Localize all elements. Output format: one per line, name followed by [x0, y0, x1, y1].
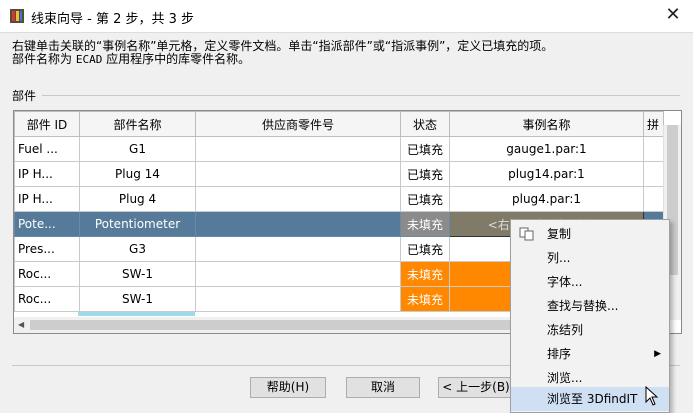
menu-item-label: 列... [547, 251, 571, 265]
menu-item-label: 查找与替换... [547, 299, 619, 313]
cell-part-name[interactable]: G1 [79, 136, 196, 162]
parts-group-label: 部件 [12, 89, 37, 103]
menu-item-label: 浏览至 3DfindIT [547, 392, 638, 406]
cell-extra[interactable] [643, 186, 664, 212]
menu-item-columns[interactable]: 列... [511, 246, 669, 270]
header-row: 部件 ID 部件名称 供应商零件号 状态 事例名称 拼 [14, 111, 664, 137]
col-header-instance-name[interactable]: 事例名称 [449, 111, 644, 137]
cell-status[interactable]: 已填充 [400, 136, 450, 162]
cell-instance-name[interactable]: gauge1.par:1 [449, 136, 644, 162]
cancel-button[interactable]: 取消 [346, 377, 420, 398]
submenu-arrow-icon: ▶ [654, 349, 661, 359]
scroll-left-arrow-icon[interactable]: ◀ [18, 320, 24, 329]
cell-vendor-part[interactable] [195, 236, 401, 262]
cell-vendor-part[interactable] [195, 211, 401, 237]
cell-part-name[interactable]: G3 [79, 236, 196, 262]
instructions: 右键单击关联的“事例名称”单元格，定义零件文档。单击“指派部件”或“指派事例”，… [12, 40, 682, 67]
cell-status[interactable]: 未填充 [400, 286, 450, 312]
cell-part-name[interactable]: Plug 14 [79, 161, 196, 187]
col-header-part-name[interactable]: 部件名称 [79, 111, 196, 137]
title-bar: 线束向导 - 第 2 步，共 3 步 ✕ [0, 0, 693, 33]
cell-part-name[interactable]: Potentiometer [79, 211, 196, 237]
menu-item-label: 冻结列 [547, 323, 584, 337]
cell-status[interactable]: 已填充 [400, 236, 450, 262]
cell-instance-name[interactable]: plug14.par:1 [449, 161, 644, 187]
horizontal-scroll-thumb[interactable] [30, 320, 510, 330]
col-header-vendor-part[interactable]: 供应商零件号 [195, 111, 401, 137]
cell-status[interactable]: 未填充 [400, 211, 450, 237]
group-divider [42, 95, 680, 96]
ecad-text: ECAD [75, 53, 103, 66]
cell-extra[interactable] [643, 161, 664, 187]
cell-part-id[interactable]: IP H... [14, 161, 80, 187]
cell-part-id[interactable]: Roc... [14, 261, 80, 287]
cell-vendor-part[interactable] [195, 186, 401, 212]
cell-status[interactable]: 未填充 [400, 261, 450, 287]
cell-extra[interactable] [643, 136, 664, 162]
harness-wizard-icon [10, 9, 24, 23]
cell-status[interactable]: 已填充 [400, 161, 450, 187]
menu-item-font[interactable]: 字体... [511, 270, 669, 294]
cell-part-id[interactable]: Roc... [14, 286, 80, 312]
context-menu: 复制 列... 字体... 查找与替换... 冻结列 排序 ▶ 浏览... 浏览… [510, 219, 670, 413]
previous-button[interactable]: < 上一步(B) [438, 377, 514, 398]
cell-vendor-part[interactable] [195, 286, 401, 312]
cell-part-name[interactable]: SW-1 [79, 286, 196, 312]
menu-item-sort[interactable]: 排序 ▶ [511, 342, 669, 366]
close-icon[interactable]: ✕ [663, 4, 683, 26]
instruction-prefix: 部件名称为 [12, 52, 76, 66]
table-row[interactable]: Fuel ... G1 已填充 gauge1.par:1 [14, 136, 664, 162]
menu-item-label: 排序 [547, 347, 572, 361]
col-header-status[interactable]: 状态 [400, 111, 450, 137]
menu-item-freeze-column[interactable]: 冻结列 [511, 318, 669, 342]
cell-vendor-part[interactable] [195, 136, 401, 162]
col-header-part-id[interactable]: 部件 ID [14, 111, 80, 137]
cell-vendor-part[interactable] [195, 161, 401, 187]
cell-part-id[interactable]: Pote... [14, 211, 80, 237]
cell-instance-name[interactable]: plug4.par:1 [449, 186, 644, 212]
table-row[interactable]: IP H... Plug 14 已填充 plug14.par:1 [14, 161, 664, 187]
cell-part-name[interactable]: Plug 4 [79, 186, 196, 212]
menu-item-label: 字体... [547, 275, 583, 289]
menu-item-copy[interactable]: 复制 [511, 222, 669, 246]
copy-icon [519, 227, 534, 241]
help-button[interactable]: 帮助(H) [250, 377, 326, 398]
cell-vendor-part[interactable] [195, 261, 401, 287]
cell-part-id[interactable]: Fuel ... [14, 136, 80, 162]
cell-part-id[interactable]: Pres... [14, 236, 80, 262]
window-title: 线束向导 - 第 2 步，共 3 步 [31, 12, 195, 27]
cell-part-id[interactable]: IP H... [14, 186, 80, 212]
menu-item-label: 复制 [547, 227, 572, 241]
cell-part-name[interactable]: SW-1 [79, 261, 196, 287]
cell-status[interactable]: 已填充 [400, 186, 450, 212]
instruction-suffix: 应用程序中的库零件名称。 [102, 52, 251, 66]
partial-row-highlight [78, 312, 195, 316]
mouse-cursor-icon [645, 386, 659, 406]
instruction-line-2: 部件名称为 ECAD 应用程序中的库零件名称。 [12, 52, 682, 67]
col-header-truncated[interactable]: 拼 [643, 111, 664, 137]
table-row[interactable]: IP H... Plug 4 已填充 plug4.par:1 [14, 186, 664, 212]
menu-item-find-replace[interactable]: 查找与替换... [511, 294, 669, 318]
